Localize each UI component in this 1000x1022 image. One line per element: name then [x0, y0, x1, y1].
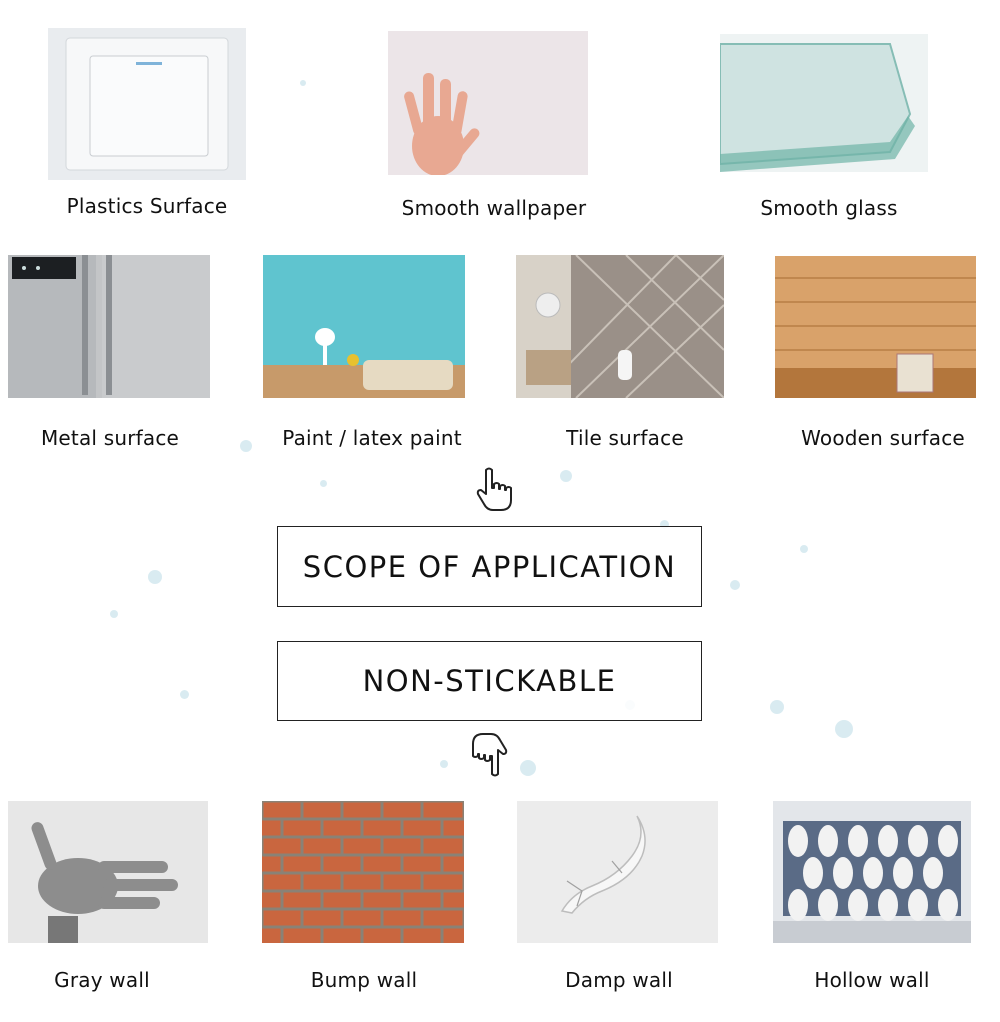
- caption-smooth-wallpaper: Smooth wallpaper: [401, 196, 587, 220]
- caption-metal-surface: Metal surface: [40, 426, 180, 450]
- gray-hand-icon: [8, 801, 208, 943]
- pointing-hand-down-icon: [476, 467, 512, 511]
- caption-hollow-wall: Hollow wall: [814, 968, 930, 992]
- bathroom-tile-icon: [516, 255, 724, 398]
- caption-tile-surface: Tile surface: [566, 426, 684, 450]
- cracked-wall-icon: [517, 801, 718, 943]
- wood-panel-icon: [775, 256, 976, 398]
- painted-room-icon: [263, 255, 465, 398]
- lattice-wall-icon: [773, 801, 971, 943]
- caption-bump-wall: Bump wall: [310, 968, 418, 992]
- caption-gray-wall: Gray wall: [54, 968, 150, 992]
- light-switch-icon: [48, 28, 246, 180]
- caption-damp-wall: Damp wall: [565, 968, 673, 992]
- caption-plastics-surface: Plastics Surface: [66, 194, 228, 218]
- refrigerator-icon: [8, 255, 210, 398]
- non-stickable-banner: NON-STICKABLE: [277, 641, 702, 721]
- scope-of-application-banner: SCOPE OF APPLICATION: [277, 526, 702, 607]
- pointing-hand-up-icon: [472, 733, 508, 777]
- caption-paint-latex: Paint / latex paint: [282, 426, 462, 450]
- glass-pane-icon: [720, 34, 928, 172]
- caption-smooth-glass: Smooth glass: [760, 196, 898, 220]
- brick-wall-icon: [262, 801, 464, 943]
- hand-on-wall-icon: [388, 31, 588, 175]
- caption-wooden-surface: Wooden surface: [801, 426, 965, 450]
